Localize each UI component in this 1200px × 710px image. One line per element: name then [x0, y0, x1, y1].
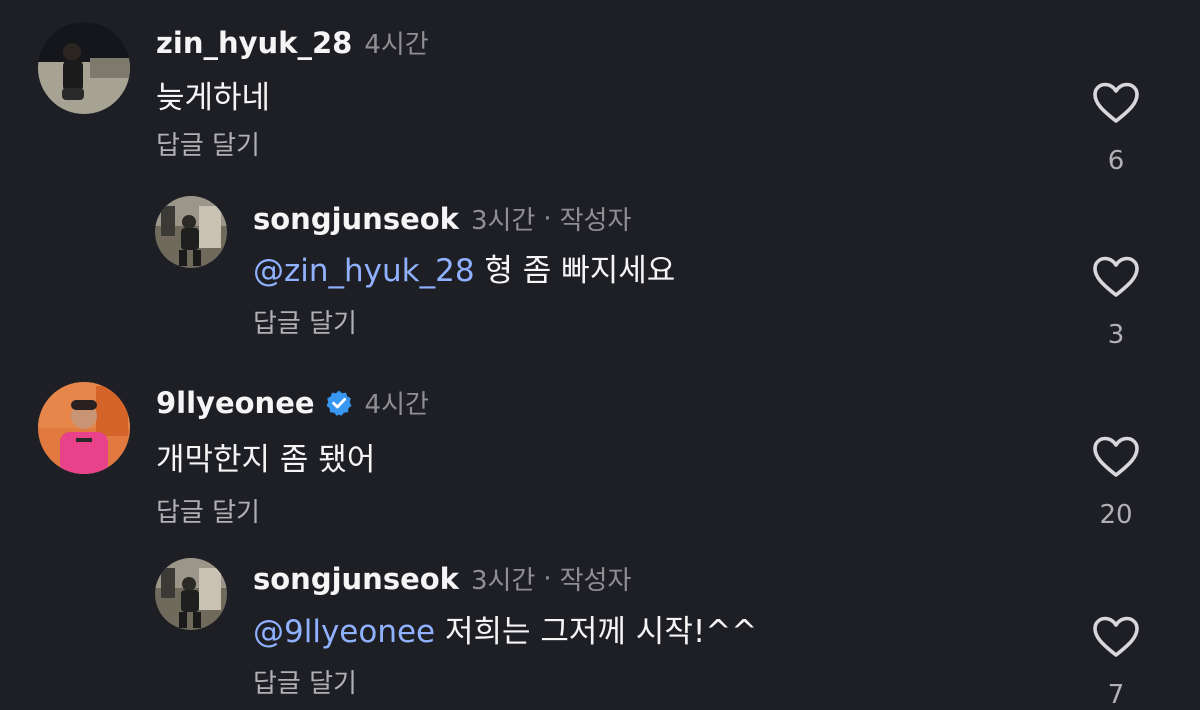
- mention-link[interactable]: @9llyeonee: [253, 614, 435, 650]
- comment-header: songjunseok 3시간 · 작성자: [253, 560, 631, 597]
- timestamp: 3시간: [470, 566, 536, 596]
- comment-text: @zin_hyuk_28 형 좀 빠지세요: [253, 245, 675, 290]
- reply-button[interactable]: 답글 달기: [253, 303, 357, 340]
- username[interactable]: 9llyeonee: [156, 386, 315, 420]
- mention-link[interactable]: @zin_hyuk_28: [253, 253, 475, 289]
- like-button[interactable]: 20: [1086, 436, 1146, 530]
- avatar[interactable]: [38, 22, 130, 114]
- like-count: 6: [1107, 146, 1125, 176]
- comment-text: 개막한지 좀 됐어: [156, 442, 376, 478]
- separator: ·: [543, 203, 552, 234]
- reply-button[interactable]: 답글 달기: [253, 663, 357, 700]
- timestamp: 4시간: [364, 30, 429, 60]
- comment-text: @9llyeonee 저희는 그저께 시작!^^: [253, 606, 757, 651]
- timestamp: 4시간: [364, 390, 429, 420]
- comment-header: zin_hyuk_28 4시간: [156, 24, 429, 61]
- like-button[interactable]: 3: [1086, 256, 1146, 350]
- separator: ·: [543, 563, 552, 594]
- comment-item: 9llyeonee 4시간 개막한지 좀 됐어 답글 달기 20: [0, 360, 1200, 540]
- avatar[interactable]: [155, 196, 227, 268]
- comment-text-body: 형 좀 빠지세요: [474, 253, 676, 289]
- author-tag: 작성자: [559, 566, 632, 596]
- like-count: 7: [1107, 680, 1125, 710]
- comment-header: 9llyeonee 4시간: [156, 384, 429, 421]
- reply-button[interactable]: 답글 달기: [156, 125, 260, 162]
- reply-button[interactable]: 답글 달기: [156, 492, 260, 529]
- heart-outline-icon[interactable]: [1092, 82, 1140, 124]
- verified-badge-icon: [325, 389, 353, 417]
- heart-outline-icon[interactable]: [1092, 256, 1140, 298]
- heart-outline-icon[interactable]: [1092, 436, 1140, 478]
- username[interactable]: songjunseok: [253, 562, 459, 596]
- comment-text-body: 저희는 그저께 시작!^^: [435, 614, 758, 650]
- reply-item: songjunseok 3시간 · 작성자 @9llyeonee 저희는 그저께…: [0, 540, 1200, 710]
- like-count: 20: [1099, 500, 1133, 530]
- comment-header: songjunseok 3시간 · 작성자: [253, 200, 631, 237]
- comment-item: zin_hyuk_28 4시간 늦게하네 답글 달기 6: [0, 0, 1200, 180]
- comment-text: 늦게하네: [156, 80, 271, 116]
- like-count: 3: [1107, 320, 1125, 350]
- heart-outline-icon[interactable]: [1092, 616, 1140, 658]
- author-tag: 작성자: [559, 206, 632, 236]
- like-button[interactable]: 7: [1086, 616, 1146, 710]
- username[interactable]: songjunseok: [253, 202, 459, 236]
- reply-item: songjunseok 3시간 · 작성자 @zin_hyuk_28 형 좀 빠…: [0, 180, 1200, 360]
- avatar[interactable]: [38, 382, 130, 474]
- timestamp: 3시간: [470, 206, 536, 236]
- like-button[interactable]: 6: [1086, 82, 1146, 176]
- avatar[interactable]: [155, 558, 227, 630]
- username[interactable]: zin_hyuk_28: [156, 26, 352, 60]
